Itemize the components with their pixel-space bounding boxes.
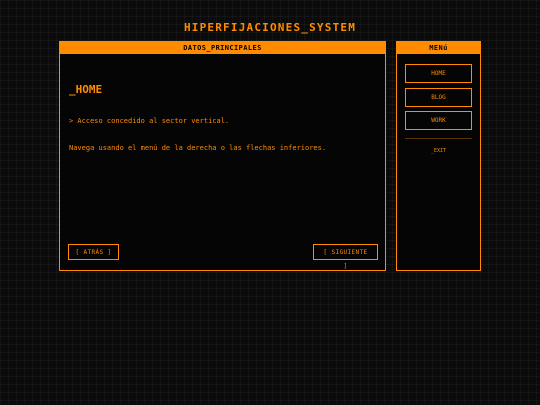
- access-message: > Acceso concedido al sector vertical.: [69, 117, 230, 125]
- menu-item-work[interactable]: WORK: [405, 111, 472, 130]
- menu-item-blog[interactable]: BLOG: [405, 88, 472, 107]
- section-title: _HOME: [69, 83, 103, 96]
- menu-item-exit[interactable]: _EXIT: [397, 148, 480, 154]
- app-title: HIPERFIJACIONES_SYSTEM: [183, 21, 357, 34]
- menu-panel: MENú HOME BLOG WORK _EXIT: [396, 41, 481, 271]
- menu-panel-header: MENú: [397, 42, 480, 54]
- main-panel: DATOS_PRINCIPALES _HOME > Acceso concedi…: [59, 41, 386, 271]
- previous-button[interactable]: [ ATRÁS ]: [68, 244, 119, 260]
- next-button[interactable]: [ SIGUIENTE ]: [313, 244, 378, 270]
- menu-item-home[interactable]: HOME: [405, 64, 472, 83]
- main-panel-header: DATOS_PRINCIPALES: [60, 42, 385, 54]
- navigation-hint: Navega usando el menú de la derecha o la…: [69, 144, 327, 152]
- menu-divider: [405, 138, 472, 139]
